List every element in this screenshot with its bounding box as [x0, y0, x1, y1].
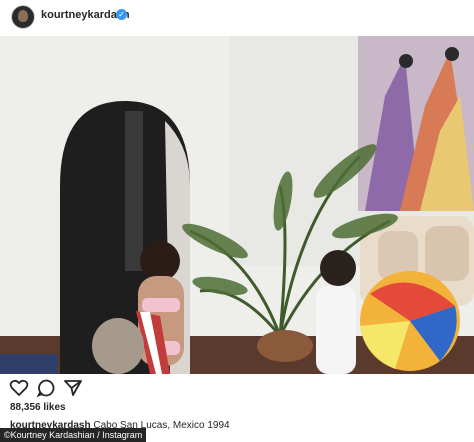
post-actions [0, 378, 474, 402]
likes-count[interactable]: 88,356 likes [10, 402, 66, 413]
verified-badge-icon: ✓ [116, 9, 127, 20]
comment-icon[interactable] [36, 378, 58, 400]
share-icon[interactable] [63, 378, 85, 400]
photo-illustration [0, 36, 474, 374]
post-header: kourtneykardash ✓ [0, 0, 474, 34]
post-photo[interactable] [0, 36, 474, 374]
photo-credit: ©Kourtney Kardashian / Instagram [0, 428, 147, 442]
avatar[interactable] [11, 5, 35, 29]
heart-icon[interactable] [9, 378, 31, 400]
